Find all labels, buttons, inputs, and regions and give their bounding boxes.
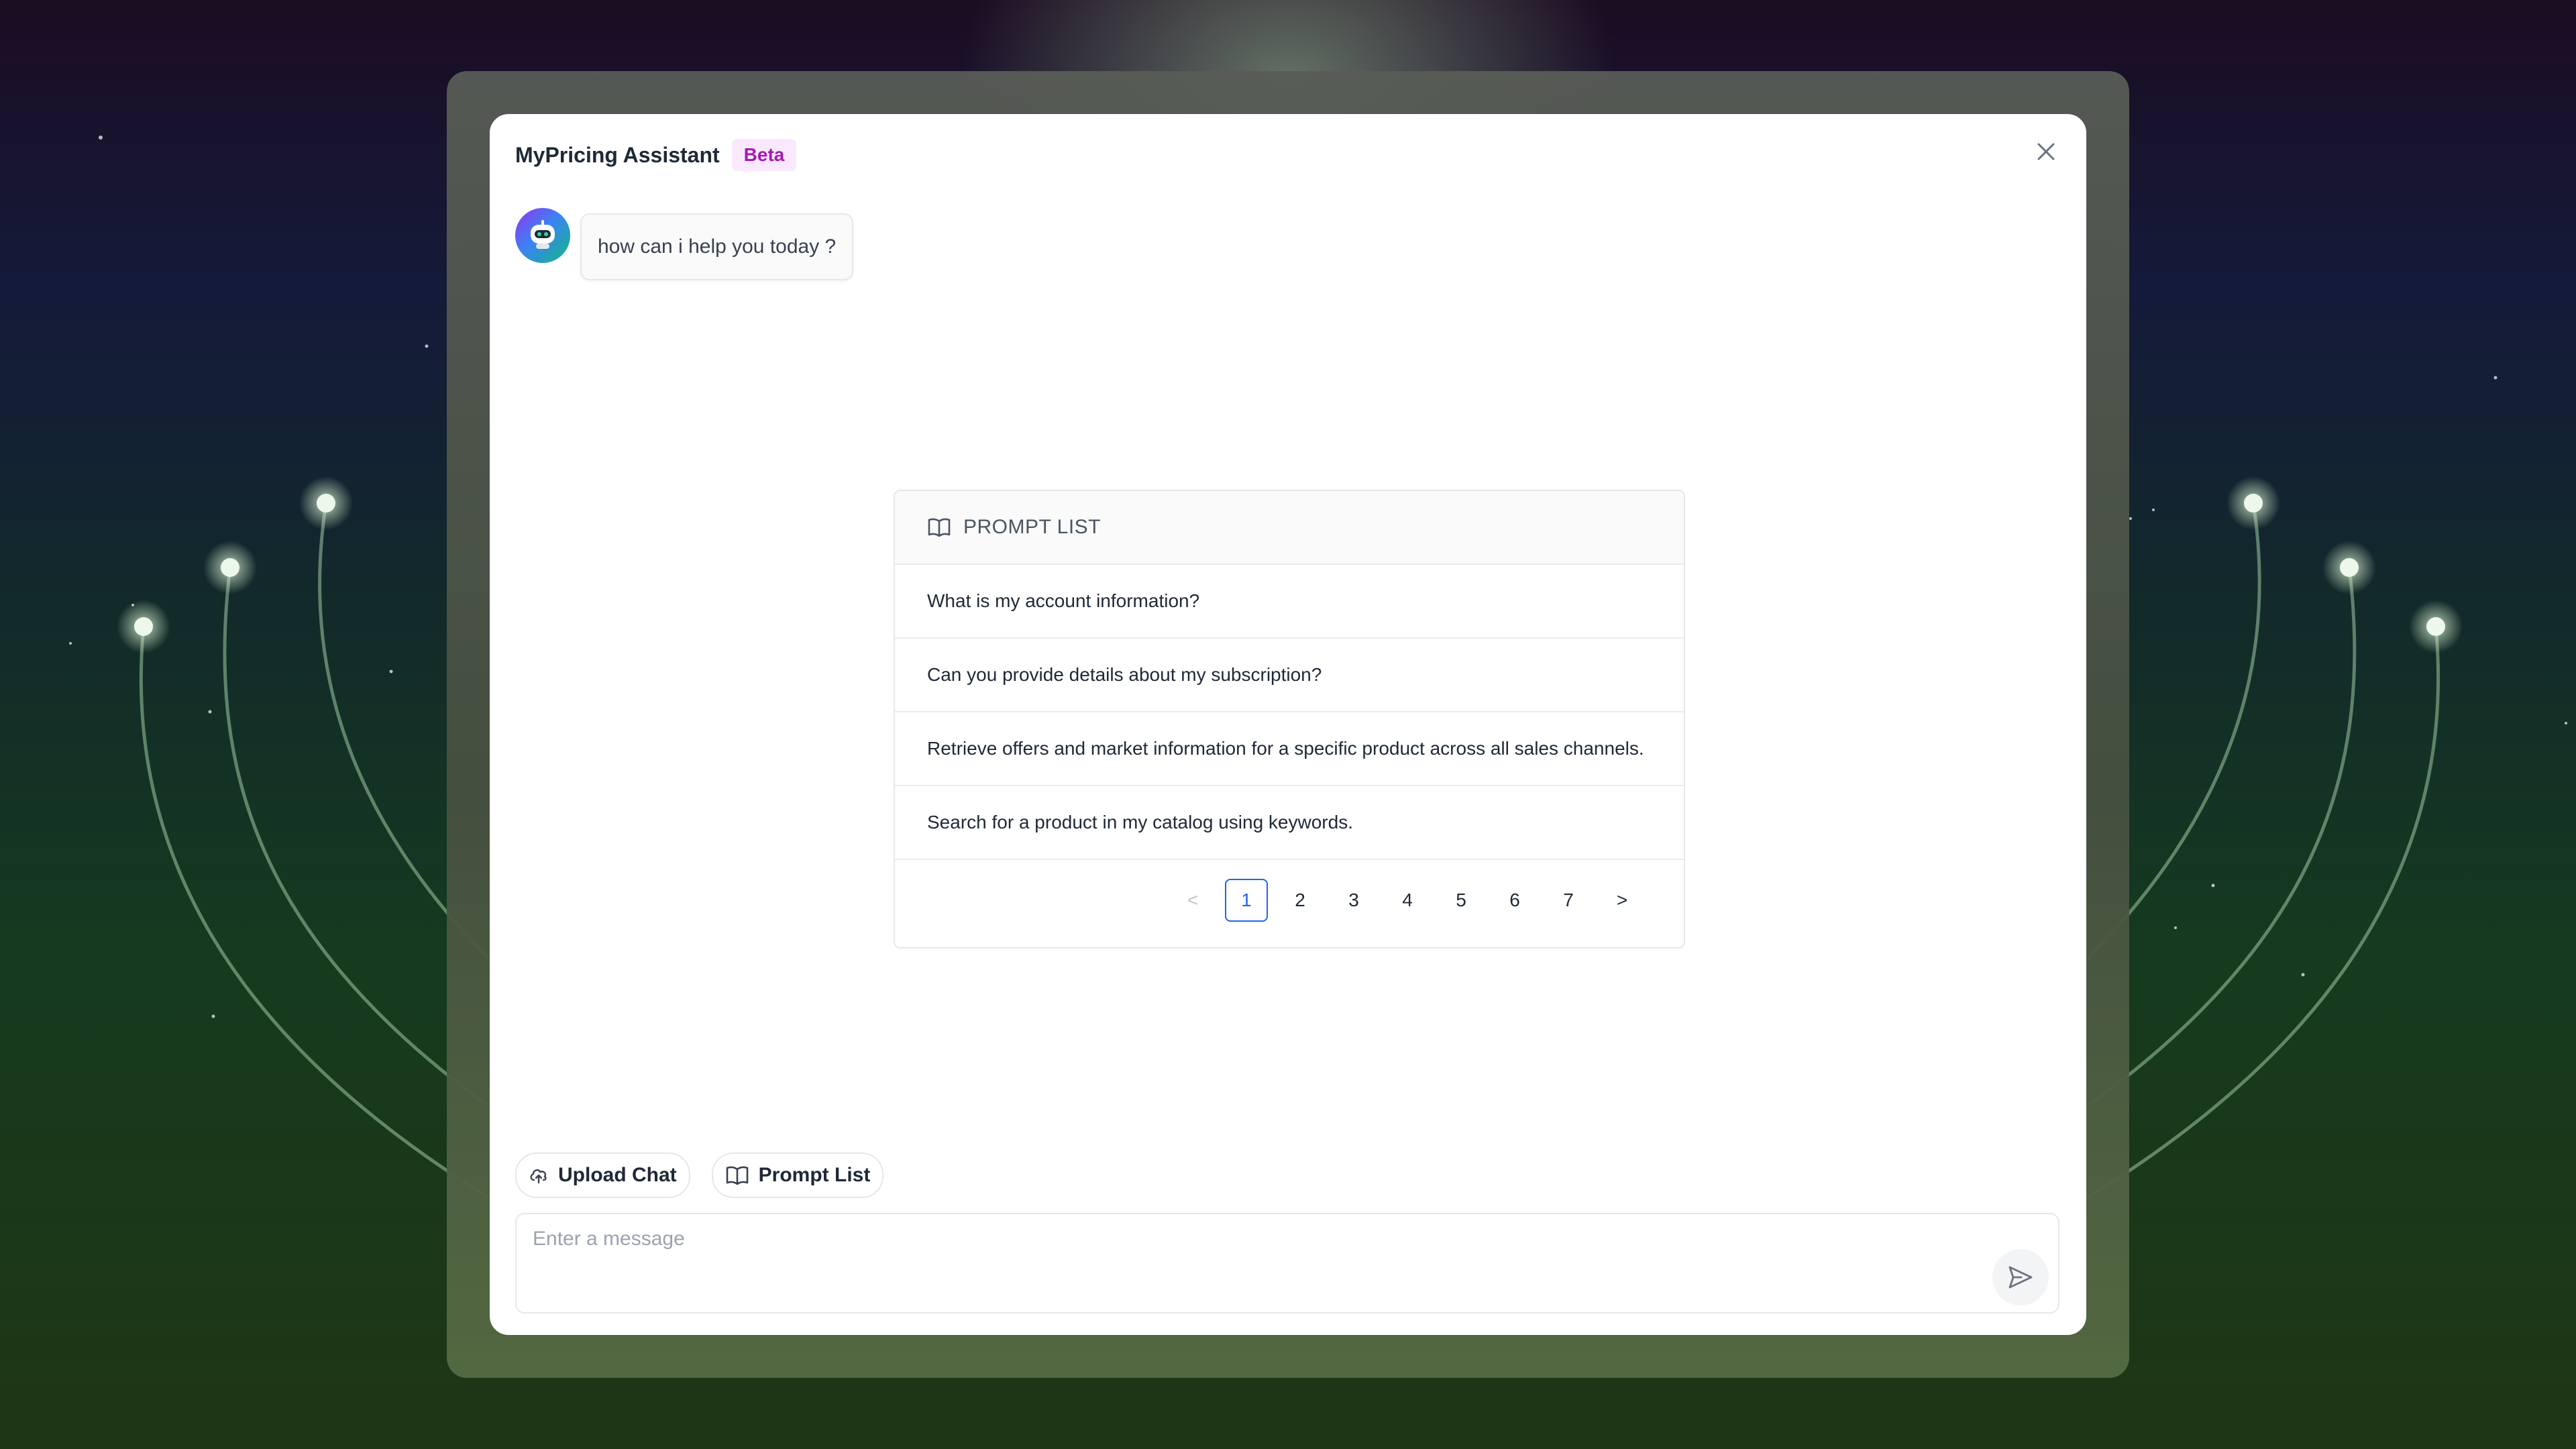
robot-icon xyxy=(531,220,555,249)
prompt-item[interactable]: Can you provide details about my subscri… xyxy=(895,639,1684,712)
message-composer xyxy=(515,1213,2059,1313)
close-button[interactable] xyxy=(2026,131,2066,172)
next-page-button[interactable]: > xyxy=(1601,879,1644,922)
page-button-7[interactable]: 7 xyxy=(1547,879,1590,922)
prompt-list-panel: PROMPT LIST What is my account informati… xyxy=(894,490,1685,949)
assistant-dialog: MyPricing Assistant Beta how can i help … xyxy=(490,114,2086,1335)
prompt-item[interactable]: Retrieve offers and market information f… xyxy=(895,712,1684,786)
chat-actions: Upload Chat Prompt List xyxy=(515,1152,884,1198)
pagination: < 1 2 3 4 5 6 7 > xyxy=(1171,879,1644,922)
dialog-title: MyPricing Assistant xyxy=(515,142,720,167)
page-button-4[interactable]: 4 xyxy=(1386,879,1429,922)
page-button-2[interactable]: 2 xyxy=(1279,879,1322,922)
message-input[interactable] xyxy=(531,1226,1970,1303)
book-open-icon xyxy=(726,1166,748,1185)
assistant-avatar xyxy=(515,208,570,263)
upload-chat-label: Upload Chat xyxy=(558,1164,677,1186)
prompt-list-header: PROMPT LIST xyxy=(895,491,1684,565)
dialog-header: MyPricing Assistant Beta xyxy=(515,134,797,176)
prompt-item[interactable]: What is my account information? xyxy=(895,565,1684,639)
prompt-item[interactable]: Search for a product in my catalog using… xyxy=(895,786,1684,860)
prompt-list-title: PROMPT LIST xyxy=(963,516,1101,538)
cloud-upload-icon xyxy=(530,1169,547,1184)
page-button-1[interactable]: 1 xyxy=(1225,879,1268,922)
prompt-list-label: Prompt List xyxy=(758,1164,871,1186)
page-button-5[interactable]: 5 xyxy=(1440,879,1483,922)
prompt-list-button[interactable]: Prompt List xyxy=(711,1152,884,1198)
send-icon xyxy=(2008,1266,2033,1289)
close-icon xyxy=(2037,143,2055,160)
book-open-icon xyxy=(928,518,951,537)
page-button-6[interactable]: 6 xyxy=(1493,879,1536,922)
beta-badge: Beta xyxy=(731,139,797,171)
prev-page-button[interactable]: < xyxy=(1171,879,1214,922)
assistant-message: how can i help you today ? xyxy=(580,213,854,280)
send-button[interactable] xyxy=(1992,1249,2049,1305)
page-button-3[interactable]: 3 xyxy=(1332,879,1375,922)
upload-chat-button[interactable]: Upload Chat xyxy=(515,1152,690,1198)
